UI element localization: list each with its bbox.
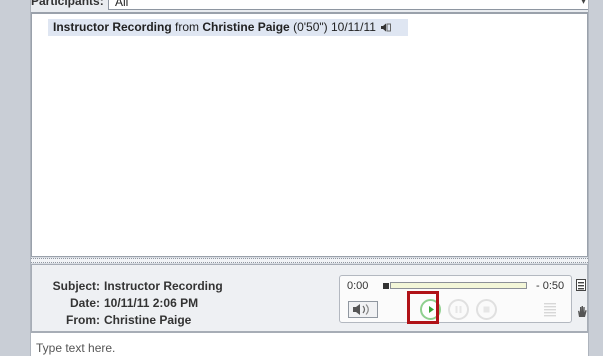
chevron-down-icon[interactable]: ▾ <box>581 0 586 7</box>
time-elapsed: 0:00 <box>347 280 369 292</box>
message-list[interactable]: Instructor Recording from Christine Paig… <box>31 13 588 257</box>
level-meter-icon <box>544 303 556 317</box>
date-label: Date: <box>69 296 100 310</box>
compose-placeholder: Type text here. <box>36 341 116 355</box>
compose-area[interactable]: Type text here. <box>31 332 588 356</box>
pause-icon <box>455 306 462 313</box>
right-frame <box>588 0 603 356</box>
from-label: From: <box>66 313 100 327</box>
date-value: 10/11/11 2:06 PM <box>104 296 199 310</box>
participants-bar: Participants: All ▾ <box>31 0 588 13</box>
participants-value: All <box>115 0 129 9</box>
play-highlight <box>407 291 439 324</box>
message-title: Instructor Recording <box>53 20 172 34</box>
message-sender: Christine Paige <box>202 20 290 34</box>
participants-label: Participants: <box>31 0 104 8</box>
speaker-icon[interactable] <box>381 23 392 32</box>
scrub-bar[interactable] <box>390 282 527 289</box>
stop-icon <box>483 306 490 313</box>
message-duration: (0'50") <box>293 20 328 34</box>
message-date: 10/11/11 <box>331 20 376 34</box>
menu-icon[interactable] <box>576 279 586 291</box>
stop-button[interactable] <box>476 299 497 320</box>
volume-icon <box>353 304 369 315</box>
message-row[interactable]: Instructor Recording from Christine Paig… <box>48 19 408 36</box>
hand-icon[interactable] <box>576 305 588 318</box>
audio-player: 0:00 - 0:50 <box>339 275 572 323</box>
pause-button[interactable] <box>448 299 469 320</box>
left-frame <box>0 0 31 356</box>
from-value: Christine Paige <box>104 313 192 327</box>
time-remaining: - 0:50 <box>536 280 565 292</box>
message-from-word: from <box>175 20 200 34</box>
volume-button[interactable] <box>348 301 378 318</box>
pane-splitter[interactable] <box>31 258 588 263</box>
participants-select[interactable]: All <box>108 0 588 10</box>
scrub-handle[interactable] <box>383 283 389 289</box>
subject-value: Instructor Recording <box>104 279 223 293</box>
subject-label: Subject: <box>52 279 100 293</box>
